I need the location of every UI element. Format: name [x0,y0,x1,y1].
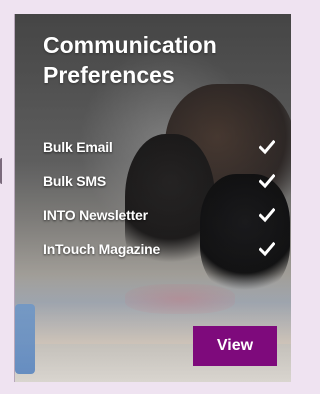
checkmark-icon [259,139,275,155]
preference-item-into-newsletter: INTO Newsletter [43,202,275,228]
preference-item-bulk-email: Bulk Email [43,134,275,160]
preference-item-bulk-sms: Bulk SMS [43,168,275,194]
left-edge-mark [0,158,6,184]
preference-label: InTouch Magazine [43,241,161,257]
checkmark-icon [259,173,275,189]
preference-label: Bulk SMS [43,173,106,189]
view-button[interactable]: View [193,326,277,366]
preference-item-intouch-magazine: InTouch Magazine [43,236,275,262]
checkmark-icon [259,207,275,223]
preference-label: Bulk Email [43,139,113,155]
checkmark-icon [259,241,275,257]
preference-label: INTO Newsletter [43,207,148,223]
card-title: Communication Preferences [43,32,217,88]
communication-preferences-card: Communication Preferences Bulk Email Bul… [14,14,291,382]
preferences-list: Bulk Email Bulk SMS INTO Newsletter InTo… [43,134,275,270]
